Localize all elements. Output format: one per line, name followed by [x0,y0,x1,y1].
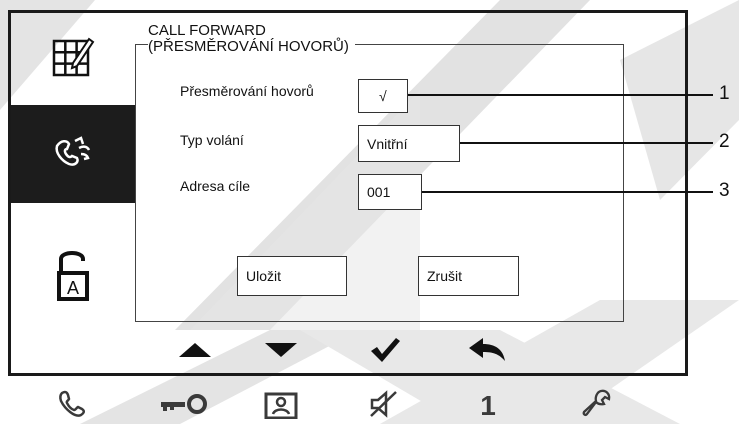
checkmark-icon [369,336,401,369]
nav-back-button[interactable] [460,334,514,370]
key-button[interactable] [155,390,215,422]
page-title: CALL FORWARD (PŘESMĚROVÁNÍ HOVORŮ) [148,23,355,55]
callout-line-2 [460,142,713,144]
target-address-label: Adresa cíle [180,178,251,194]
sidebar-item-call-forward[interactable] [11,105,135,203]
callout-number-2: 2 [719,131,730,152]
key-icon [159,393,211,420]
call-forward-icon [51,132,95,177]
forward-label: Přesměrování hovorů [180,83,314,99]
phone-button[interactable] [52,390,92,422]
svg-text:A: A [67,278,79,298]
callout-number-1: 1 [719,83,730,104]
mute-button[interactable] [362,389,406,424]
nav-up-button[interactable] [170,334,220,370]
number-label: 1 [480,390,496,421]
back-arrow-icon [467,337,507,368]
settings-button[interactable] [575,388,619,425]
callout-number-3: 3 [719,180,730,201]
camera-button[interactable] [256,390,306,422]
mute-icon [368,389,400,424]
sidebar-item-access[interactable]: A [11,203,135,323]
call-type-field[interactable]: Vnitřní [358,125,460,162]
sidebar-item-settings[interactable] [11,13,135,105]
grid-edit-icon [51,35,95,84]
nav-down-button[interactable] [256,334,306,370]
cancel-button[interactable]: Zrušit [418,256,519,296]
callout-line-1 [408,94,713,96]
target-address-field[interactable]: 001 [358,174,422,210]
call-type-label: Typ volání [180,132,244,148]
arrow-up-icon [178,342,212,363]
title-line-1: CALL FORWARD [148,22,266,39]
number-button[interactable]: 1 [470,390,506,422]
phone-icon [57,389,87,424]
save-button[interactable]: Uložit [237,256,347,296]
nav-confirm-button[interactable] [360,334,410,370]
forward-checkbox[interactable]: √ [358,79,408,113]
callout-line-3 [422,191,713,193]
wrench-icon [581,388,613,425]
camera-icon [263,389,299,424]
title-line-2: (PŘESMĚROVÁNÍ HOVORŮ) [148,38,349,55]
padlock-a-icon: A [55,247,91,308]
arrow-down-icon [264,342,298,363]
